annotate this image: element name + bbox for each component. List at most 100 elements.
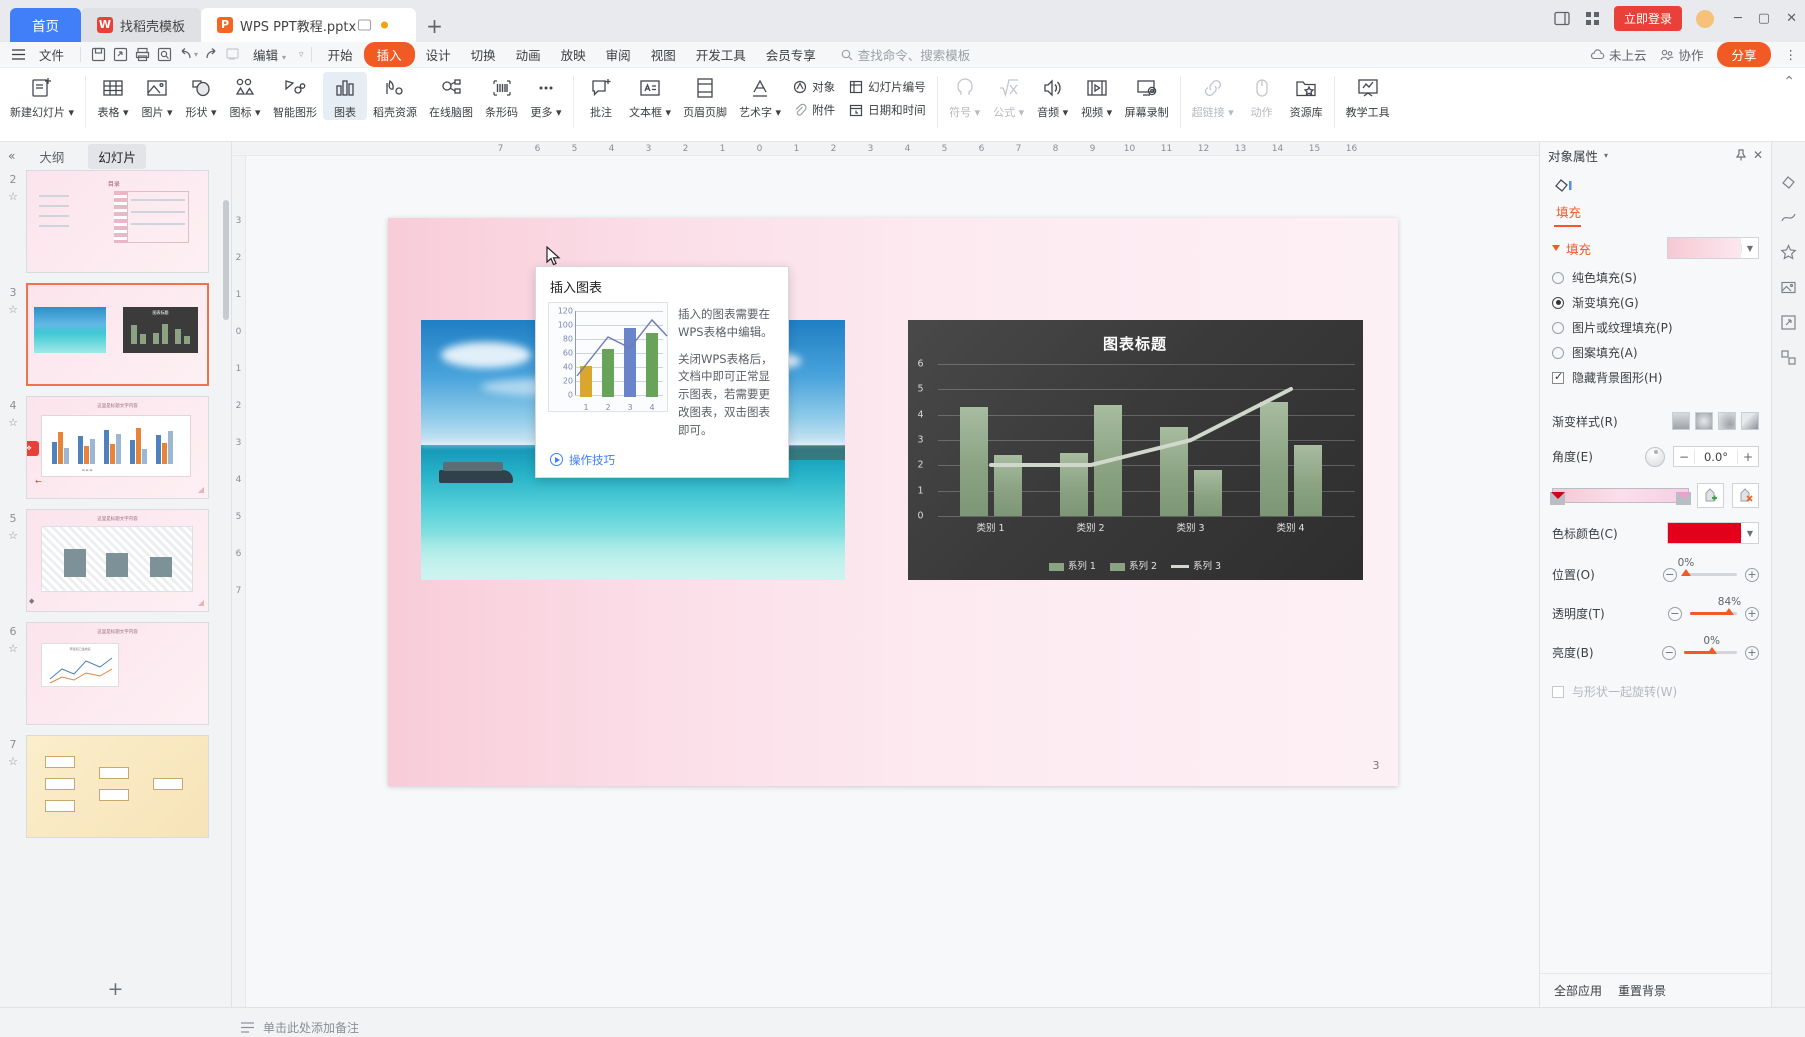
- ribbon-header-footer[interactable]: 页眉页脚: [677, 72, 733, 120]
- ribbon-datetime[interactable]: 日期和时间: [843, 100, 932, 120]
- slide-thumbnail-4[interactable]: 这里是标题文字内容 ▬ ▬ ▬ ✥ ← ◢: [26, 396, 209, 499]
- ribbon-video[interactable]: 视频 ▾: [1075, 72, 1119, 120]
- fill-option-pattern[interactable]: 图案填充(A): [1540, 340, 1771, 365]
- tooltip-tips-link[interactable]: 操作技巧: [569, 452, 615, 468]
- transparency-decrement[interactable]: −: [1667, 606, 1682, 621]
- tab-design[interactable]: 设计: [417, 42, 460, 67]
- transparency-increment[interactable]: +: [1745, 606, 1760, 621]
- gradient-style-linear[interactable]: [1672, 412, 1690, 430]
- resize-handle-icon[interactable]: ◢: [198, 598, 204, 607]
- ribbon-more[interactable]: 更多 ▾: [524, 72, 568, 120]
- add-slide-button[interactable]: +: [0, 971, 231, 1007]
- notes-pane[interactable]: 单击此处添加备注: [0, 1007, 1805, 1037]
- menu-file[interactable]: 文件: [30, 42, 73, 67]
- position-slider[interactable]: 0%: [1678, 557, 1737, 576]
- maximize-button[interactable]: ▢: [1758, 11, 1770, 26]
- tab-insert[interactable]: 插入: [363, 42, 415, 67]
- gradient-style-rect[interactable]: [1718, 412, 1736, 430]
- position-increment[interactable]: +: [1745, 567, 1759, 582]
- reset-background-button[interactable]: 重置背景: [1618, 982, 1666, 999]
- pin-icon[interactable]: [1735, 149, 1747, 161]
- toolbar-more-icon[interactable]: ▿: [299, 50, 304, 60]
- ribbon-docer-resource[interactable]: 稻壳资源: [367, 72, 423, 120]
- fill-option-solid[interactable]: 纯色填充(S): [1540, 265, 1771, 290]
- close-button[interactable]: ✕: [1786, 11, 1797, 26]
- picture-icon[interactable]: [1779, 277, 1799, 297]
- collapse-icon[interactable]: «: [8, 149, 15, 163]
- angle-knob[interactable]: [1645, 446, 1665, 467]
- ribbon-new-slide[interactable]: 新建幻灯片 ▾: [4, 72, 80, 120]
- save-icon[interactable]: [88, 45, 108, 65]
- avatar[interactable]: [1695, 9, 1714, 28]
- tab-review[interactable]: 审阅: [597, 42, 640, 67]
- sidebar-tab-outline[interactable]: 大纲: [29, 144, 74, 169]
- slide-thumbnail-5[interactable]: 这里是标题文字内容 ◆ ◢: [26, 509, 209, 612]
- close-icon[interactable]: ✕: [1753, 148, 1763, 162]
- list-item[interactable]: 5 ☆ 这里是标题文字内容 ◆ ◢: [4, 509, 231, 612]
- sidebar-tab-slides[interactable]: 幻灯片: [88, 143, 146, 169]
- remove-gradient-stop-button[interactable]: [1732, 483, 1759, 508]
- tab-templates[interactable]: W 找稻壳模板: [81, 8, 202, 42]
- radio-pattern-fill[interactable]: [1552, 346, 1564, 359]
- tab-animation[interactable]: 动画: [507, 42, 550, 67]
- tab-document[interactable]: P WPS PPT教程.pptx: [201, 8, 417, 42]
- radio-gradient-fill[interactable]: [1552, 296, 1564, 309]
- ribbon-object[interactable]: 对象: [787, 77, 841, 97]
- tab-start[interactable]: 开始: [319, 42, 362, 67]
- ribbon-attachment[interactable]: 附件: [787, 100, 841, 120]
- gradient-style-path[interactable]: [1741, 412, 1759, 430]
- new-tab-button[interactable]: +: [426, 14, 443, 38]
- cloud-status[interactable]: 未上云: [1590, 45, 1646, 64]
- line-style-icon[interactable]: [1779, 207, 1799, 227]
- ribbon-mindmap[interactable]: 在线脑图: [423, 72, 479, 120]
- undo-icon[interactable]: [176, 45, 196, 65]
- tab-developer[interactable]: 开发工具: [687, 42, 755, 67]
- slide-thumbnail-list[interactable]: 2 ☆ 目录 3 ☆ 图表标题 4 ☆ 这里是标题文字内容 ▬ ▬ ▬ ✥ ← …: [0, 170, 231, 971]
- checkbox-rotate-with-shape[interactable]: [1552, 685, 1564, 698]
- hide-bg-graphics-row[interactable]: 隐藏背景图形(H): [1540, 365, 1771, 390]
- ribbon-resource-library[interactable]: 资源库: [1284, 72, 1329, 120]
- ribbon-comment[interactable]: 批注: [579, 72, 623, 120]
- print-icon[interactable]: [132, 45, 152, 65]
- format-painter-icon[interactable]: [222, 45, 242, 65]
- radio-solid-fill[interactable]: [1552, 271, 1564, 284]
- gradient-stop-start[interactable]: [1550, 492, 1565, 511]
- brightness-slider[interactable]: 0%: [1684, 635, 1738, 654]
- tab-member[interactable]: 会员专享: [757, 42, 825, 67]
- gradient-style-radial[interactable]: [1695, 412, 1713, 430]
- ribbon-table[interactable]: 表格 ▾: [91, 72, 135, 120]
- slide-stage[interactable]: 图表标题 6 5 4 3 2 1 0 类别 1 类别 2 类别 3 类别 4 系…: [246, 156, 1539, 1007]
- present-mini-icon[interactable]: [358, 19, 372, 31]
- ribbon-teaching-tools[interactable]: 教学工具: [1340, 72, 1396, 120]
- position-decrement[interactable]: −: [1662, 567, 1677, 582]
- tab-fill[interactable]: 填充: [1554, 198, 1582, 227]
- ribbon-collapse-icon[interactable]: ⌃: [1783, 74, 1795, 90]
- tab-slideshow[interactable]: 放映: [552, 42, 595, 67]
- angle-value[interactable]: 0.0°: [1694, 449, 1738, 464]
- share-button[interactable]: 分享: [1717, 42, 1771, 67]
- apply-all-button[interactable]: 全部应用: [1554, 982, 1602, 999]
- grid-apps-icon[interactable]: [1585, 11, 1600, 26]
- redo-icon[interactable]: [200, 45, 220, 65]
- list-item[interactable]: 6 ☆ 这里是标题文字内容 甲班和乙班成绩: [4, 622, 231, 725]
- list-item[interactable]: 2 ☆ 目录: [4, 170, 231, 273]
- list-item[interactable]: 3 ☆ 图表标题: [4, 283, 231, 386]
- brightness-increment[interactable]: +: [1745, 645, 1760, 660]
- slide-chart-object[interactable]: 图表标题 6 5 4 3 2 1 0 类别 1 类别 2 类别 3 类别 4 系…: [907, 320, 1363, 580]
- effects-icon[interactable]: [1779, 242, 1799, 262]
- slide-thumbnail-6[interactable]: 这里是标题文字内容 甲班和乙班成绩: [26, 622, 209, 725]
- slide-thumbnail-3[interactable]: 图表标题: [26, 283, 209, 386]
- size-icon[interactable]: [1779, 312, 1799, 332]
- gradient-bar[interactable]: [1550, 488, 1691, 505]
- ribbon-hyperlink[interactable]: 超链接 ▾: [1186, 72, 1240, 120]
- save-as-icon[interactable]: [110, 45, 130, 65]
- sidebar-scrollbar[interactable]: [223, 170, 229, 971]
- collab-button[interactable]: 协作: [1660, 45, 1703, 64]
- ribbon-shape[interactable]: 形状 ▾: [179, 72, 223, 120]
- tab-home[interactable]: 首页: [10, 8, 81, 42]
- slide-thumbnail-2[interactable]: 目录: [26, 170, 209, 273]
- ribbon-slide-number[interactable]: 幻灯片编号: [843, 77, 932, 97]
- gradient-stop-end[interactable]: [1676, 492, 1691, 511]
- search-box[interactable]: 查找命令、搜索模板: [841, 45, 970, 64]
- list-item[interactable]: 7 ☆: [4, 735, 231, 838]
